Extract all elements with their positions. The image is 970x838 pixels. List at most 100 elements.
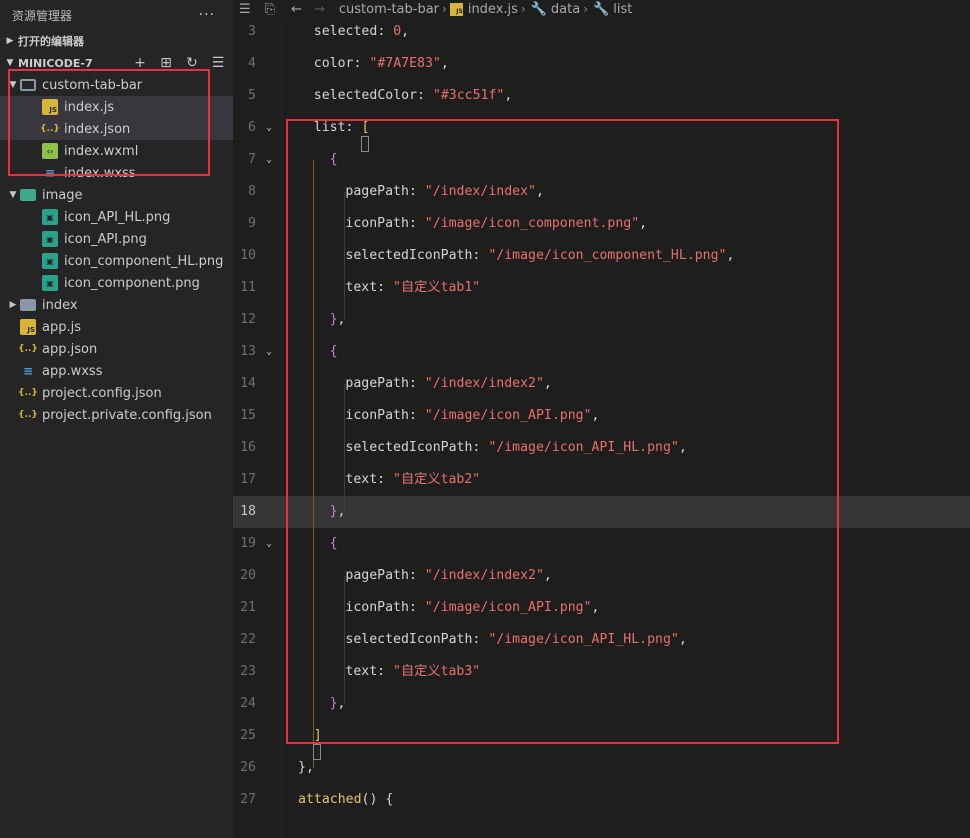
code-line[interactable]: 26}, xyxy=(233,752,970,784)
code-line[interactable]: 27 attached() { xyxy=(233,784,970,816)
code-line[interactable]: 4 color: "#7A7E83", xyxy=(233,48,970,80)
line-number: 14 xyxy=(240,376,256,391)
back-icon[interactable]: ← xyxy=(291,2,302,17)
code-token: }, xyxy=(298,760,314,775)
code-text: iconPath: "/image/icon_component.png", xyxy=(345,208,647,240)
line-number: 3 xyxy=(248,24,256,39)
collapse-all-icon[interactable]: ☰ xyxy=(209,55,227,71)
breadcrumb-item[interactable]: data xyxy=(551,2,580,17)
tree-item[interactable]: {..} app.json xyxy=(0,338,233,360)
tree-item-label: app.json xyxy=(42,341,98,357)
code-line[interactable]: 5 selectedColor: "#3cc51f", xyxy=(233,80,970,112)
fold-chevron-icon[interactable]: ⌄ xyxy=(263,144,275,176)
code-token: "/index/index" xyxy=(424,184,536,199)
code-line[interactable]: 7 ⌄ { xyxy=(233,144,970,176)
breadcrumb-item[interactable]: index.js xyxy=(468,2,518,17)
list-icon[interactable]: ☰ xyxy=(239,2,251,17)
code-token: text: xyxy=(345,664,394,679)
code-text: text: "自定义tab3" xyxy=(345,656,480,688)
breadcrumb-item[interactable]: custom-tab-bar xyxy=(339,2,439,17)
more-actions-icon[interactable]: ··· xyxy=(199,7,215,23)
tree-item[interactable]: ▼ image xyxy=(0,184,233,206)
explorer-header: 资源管理器 ··· xyxy=(0,0,233,30)
code-token: , xyxy=(543,568,552,583)
fold-chevron-icon[interactable]: ⌄ xyxy=(263,112,275,144)
tree-item[interactable]: ≡ index.wxss xyxy=(0,162,233,184)
tree-item-label: app.wxss xyxy=(42,363,103,379)
json-file-icon: {..} xyxy=(18,388,38,398)
bracket-match xyxy=(313,744,321,760)
wxss-file-icon: ≡ xyxy=(44,166,56,180)
code-line[interactable]: 19 ⌄ { xyxy=(233,528,970,560)
tree-item[interactable]: ▣ icon_component_HL.png xyxy=(0,250,233,272)
code-token: "自定义tab1" xyxy=(393,280,481,295)
code-text: selectedIconPath: "/image/icon_API_HL.pn… xyxy=(345,624,686,656)
tree-item[interactable]: {..} index.json xyxy=(0,118,233,140)
indent-guide xyxy=(313,160,314,768)
code-token: iconPath: xyxy=(345,600,425,615)
code-text: selected: 0, xyxy=(314,16,409,48)
code-token: "/index/index2" xyxy=(424,568,544,583)
fold-chevron-icon[interactable]: ⌄ xyxy=(263,336,275,368)
tree-item[interactable]: ▶ index xyxy=(0,294,233,316)
code-text: color: "#7A7E83", xyxy=(314,48,449,80)
bracket-match xyxy=(361,136,369,152)
line-number: 24 xyxy=(240,696,256,711)
explorer-sidebar: 资源管理器 ··· ▶ 打开的编辑器 ▼ MINICODE-7 + ⊞ ↻ ☰ … xyxy=(0,0,233,838)
code-token: "#3cc51f" xyxy=(432,88,505,103)
code-token: , xyxy=(543,376,552,391)
code-text: pagePath: "/index/index2", xyxy=(345,560,551,592)
code-token: selected: xyxy=(313,24,394,39)
tree-item[interactable]: {..} project.private.config.json xyxy=(0,404,233,426)
open-editors-section[interactable]: ▶ 打开的编辑器 xyxy=(0,30,233,52)
line-number: 27 xyxy=(240,792,256,807)
line-number: 7 xyxy=(248,152,256,167)
forward-icon[interactable]: → xyxy=(314,2,325,17)
tree-item[interactable]: ▣ icon_API_HL.png xyxy=(0,206,233,228)
line-number: 16 xyxy=(240,440,256,455)
code-text: selectedIconPath: "/image/icon_component… xyxy=(345,240,734,272)
js-file-icon: JS xyxy=(20,319,36,335)
tree-item[interactable]: JS app.js xyxy=(0,316,233,338)
code-line[interactable]: 25] xyxy=(233,720,970,752)
new-file-icon[interactable]: + xyxy=(131,55,149,71)
tree-item[interactable]: ‹› index.wxml xyxy=(0,140,233,162)
breadcrumb-item[interactable]: list xyxy=(613,2,632,17)
tree-item[interactable]: JS index.js xyxy=(0,96,233,118)
tree-item[interactable]: ▼ custom-tab-bar xyxy=(0,74,233,96)
line-number: 17 xyxy=(240,472,256,487)
indent-guide xyxy=(344,192,345,320)
project-section[interactable]: ▼ MINICODE-7 + ⊞ ↻ ☰ xyxy=(0,52,233,74)
png-file-icon: ▣ xyxy=(42,209,58,225)
code-token: } xyxy=(329,696,338,711)
code-line[interactable]: 6 ⌄ list: [ xyxy=(233,112,970,144)
code-line[interactable]: 13 ⌄ { xyxy=(233,336,970,368)
code-token: "/image/icon_component.png" xyxy=(424,216,640,231)
refresh-icon[interactable]: ↻ xyxy=(183,55,201,71)
code-token: , xyxy=(726,248,735,263)
code-token: selectedIconPath: xyxy=(345,248,489,263)
code-token: attached xyxy=(298,792,362,807)
chevron-right-icon: ▶ xyxy=(9,300,17,310)
tree-item[interactable]: {..} project.config.json xyxy=(0,382,233,404)
tree-item[interactable]: ▣ icon_API.png xyxy=(0,228,233,250)
code-text: iconPath: "/image/icon_API.png", xyxy=(345,592,599,624)
code-token: "自定义tab3" xyxy=(393,664,481,679)
code-token: , xyxy=(678,632,687,647)
tree-item[interactable]: ≡ app.wxss xyxy=(0,360,233,382)
chevron-right-icon: › xyxy=(442,2,447,16)
tree-item[interactable]: ▣ icon_component.png xyxy=(0,272,233,294)
new-folder-icon[interactable]: ⊞ xyxy=(157,55,175,71)
line-number: 21 xyxy=(240,600,256,615)
folder-open-icon xyxy=(20,79,36,91)
tree-item-label: project.private.config.json xyxy=(42,407,212,423)
code-line[interactable]: 3 selected: 0, xyxy=(233,16,970,48)
code-text: { xyxy=(330,144,338,176)
fold-chevron-icon[interactable]: ⌄ xyxy=(263,528,275,560)
bookmark-icon[interactable]: ⎘ xyxy=(265,2,275,17)
code-text: pagePath: "/index/index", xyxy=(345,176,544,208)
code-token: "/image/icon_API.png" xyxy=(424,408,592,423)
js-file-icon: JS xyxy=(449,2,463,16)
code-token: , xyxy=(678,440,687,455)
code-editor[interactable]: ☰ ⎘ ← → custom-tab-bar › JS index.js › 🔧… xyxy=(233,0,970,838)
